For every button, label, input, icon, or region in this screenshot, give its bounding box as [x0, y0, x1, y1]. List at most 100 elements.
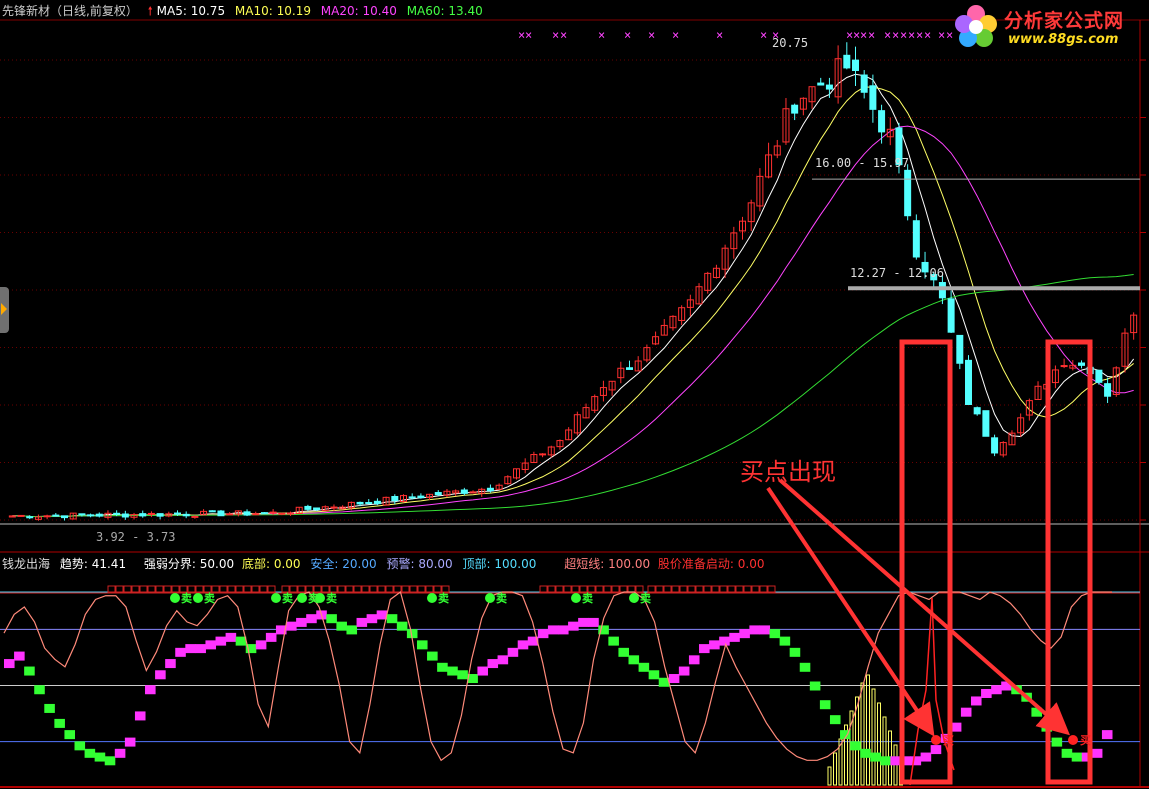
buy-signal-dot [931, 735, 941, 745]
trend-down-bar [94, 752, 106, 762]
annotation-overlay: 买买 [766, 339, 1093, 785]
buy-signal-text: 买 [1080, 734, 1091, 747]
signal-x-marker: × [892, 28, 899, 42]
indicator-name: 钱龙出海 [2, 557, 51, 571]
safe-label: 安全: [310, 557, 339, 571]
buy-zone-box-2 [1045, 339, 1093, 785]
ma20-label: MA20: [320, 4, 359, 18]
trend-up-bar [366, 614, 378, 624]
trend-up-bar [668, 674, 680, 684]
top-band-box [107, 585, 116, 593]
candle-down [486, 487, 494, 492]
candle-up [43, 515, 51, 518]
trend-down-bar [74, 741, 86, 751]
trend-up-bar [749, 625, 760, 635]
trend-down-bar [457, 670, 468, 680]
trend-down-bar [447, 666, 458, 676]
warning-label: 预警: [386, 557, 415, 571]
trend-down-bar [608, 636, 619, 646]
candle-down [973, 407, 981, 415]
trend-label: 趋势: [59, 557, 88, 571]
trend-down-bar [1071, 752, 1083, 762]
candle-down [982, 410, 990, 437]
candle-down [391, 496, 399, 502]
trend-down-bar [336, 621, 347, 631]
yellow-bar [871, 688, 876, 786]
signal-x-marker: × [560, 28, 567, 42]
trend-up-bar [709, 640, 720, 650]
top-band-box [393, 585, 402, 593]
top-band-box [235, 585, 244, 593]
top-band-box [743, 585, 752, 593]
candle-down [61, 515, 68, 519]
trend-down-bar [346, 625, 358, 635]
candle-down [208, 510, 216, 513]
trend-up-bar [991, 685, 1002, 695]
trend-up-bar [14, 651, 25, 661]
trend-down-bar [638, 662, 650, 672]
ma60-value: 13.40 [448, 4, 483, 18]
trend-down-bar [870, 752, 881, 762]
candle-up [539, 453, 547, 456]
candle-down [1078, 362, 1085, 366]
trend-up-bar [910, 756, 922, 766]
trend-up-bar [296, 617, 307, 627]
trend-up-bar [920, 752, 932, 762]
candle-up [278, 512, 286, 515]
trend-up-bar [719, 636, 730, 646]
sell-signal-dot [170, 593, 180, 603]
top-band-box [663, 585, 672, 593]
trend-down-bar [789, 647, 801, 657]
short-term-value: 100.00 [608, 557, 651, 571]
trend-up-bar [578, 617, 589, 627]
sell-signal-dot [271, 593, 281, 603]
top-band-box [195, 585, 204, 593]
top-band-box [131, 585, 140, 593]
sidebar-toggle-button[interactable] [0, 287, 9, 333]
candle-down [182, 513, 190, 517]
ma20-line [12, 125, 1134, 518]
trend-down-bar [84, 748, 96, 758]
up-arrow-icon: 🠕 [147, 4, 153, 18]
trend-value: 41.41 [91, 557, 127, 571]
signal-x-marker: × [908, 28, 915, 42]
top-band-box [679, 585, 688, 593]
trend-up-bar [890, 756, 901, 766]
trend-up-bar [970, 696, 982, 706]
top-band-box [671, 585, 680, 593]
top-band-box [687, 585, 696, 593]
yellow-bar [877, 702, 881, 786]
candle-down [356, 501, 364, 505]
candle-down [860, 74, 868, 93]
top-band-box [539, 585, 548, 593]
ma20-value: 10.40 [362, 4, 397, 18]
level2-label: 12.27 - 12.06 [850, 266, 944, 280]
candle-down [434, 492, 442, 496]
trend-down-bar [850, 741, 861, 751]
sell-signal-dot [427, 593, 437, 603]
top-band-box [603, 585, 612, 593]
candle-down [626, 367, 633, 370]
candle-down [852, 59, 859, 72]
top-band-box [353, 585, 362, 593]
signal-x-marker: × [924, 28, 931, 42]
top-band-box [267, 585, 276, 593]
candle-down [113, 512, 121, 515]
signal-x-marker: × [760, 28, 767, 42]
trend-down-bar [34, 685, 45, 695]
top-band-box [155, 585, 164, 593]
candle-down [304, 505, 312, 510]
ma10-value: 10.19 [276, 4, 311, 18]
candle-down [460, 489, 468, 494]
signal-x-marker: × [860, 28, 867, 42]
candle-down [260, 512, 268, 515]
candlestick-series: × × × × × × × × × × × × × × × × × × × × × × × [8, 28, 1138, 521]
trend-up-bar [356, 617, 368, 627]
top-band-box [147, 585, 156, 593]
trend-down-bar [880, 756, 891, 766]
flower-icon [955, 5, 997, 47]
candle-up [17, 514, 25, 517]
trend-up-bar [175, 647, 186, 657]
yellow-bar [860, 682, 865, 786]
trend-up-bar [1101, 730, 1113, 740]
